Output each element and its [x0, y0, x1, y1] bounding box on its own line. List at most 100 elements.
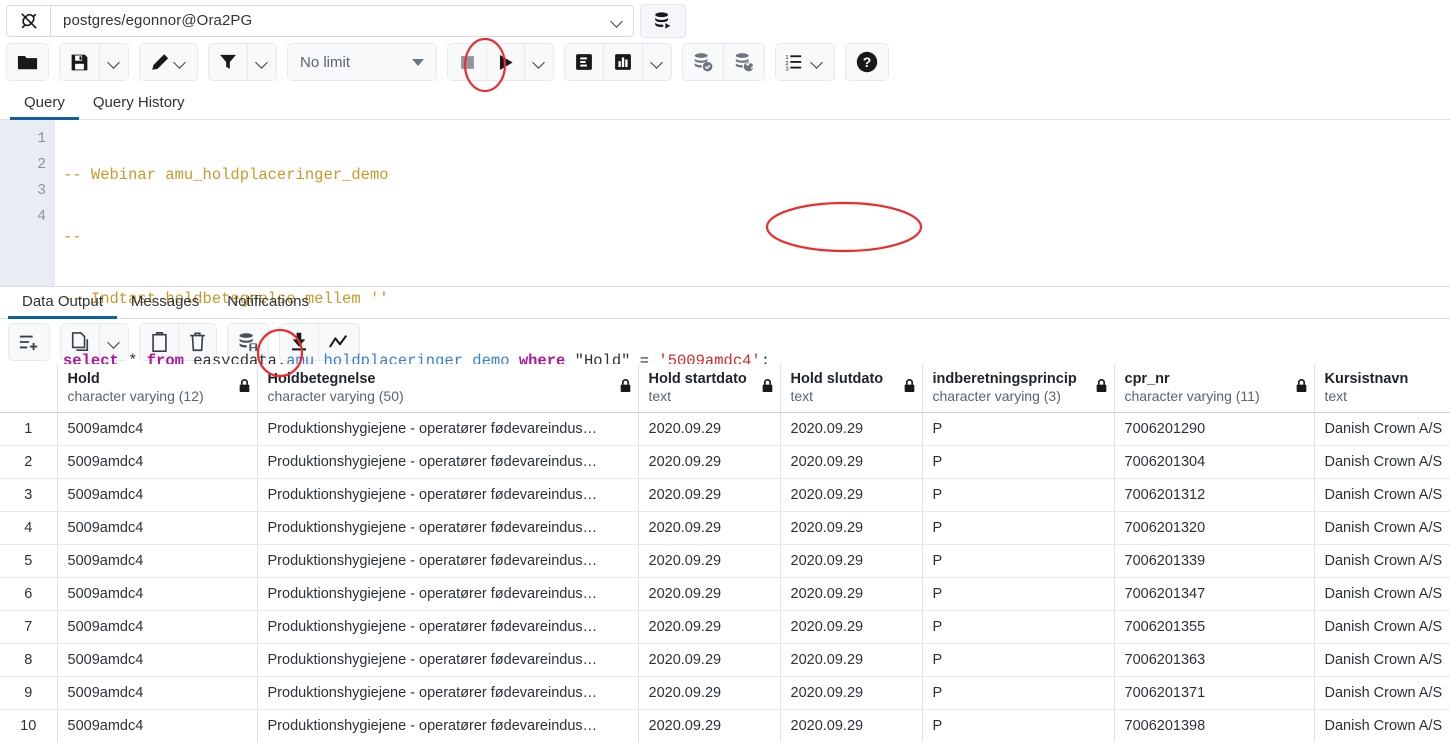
cell-hold[interactable]: 5009amdc4 [57, 676, 258, 710]
cell-indberetningsprincip[interactable]: P [922, 445, 1115, 479]
cell-kursistnavn[interactable]: Danish Crown A/S [1314, 676, 1450, 710]
cell-hold-slutdato[interactable]: 2020.09.29 [780, 478, 923, 512]
cell-hold-slutdato[interactable]: 2020.09.29 [780, 676, 923, 710]
cell-kursistnavn[interactable]: Danish Crown A/S [1314, 610, 1450, 644]
cell-hold-startdato[interactable]: 2020.09.29 [638, 412, 781, 446]
help-button[interactable]: ? [846, 44, 888, 80]
cell-kursistnavn[interactable]: Danish Crown A/S [1314, 544, 1450, 578]
sql-editor[interactable]: 1 2 3 4 -- Webinar amu_holdplaceringer_d… [0, 120, 1450, 370]
cell-holdbetegnelse[interactable]: Produktionshygiejene - operatører fødeva… [257, 676, 639, 710]
cell-cpr-nr[interactable]: 7006201320 [1114, 511, 1315, 545]
cell-holdbetegnelse[interactable]: Produktionshygiejene - operatører fødeva… [257, 445, 639, 479]
cell-holdbetegnelse[interactable]: Produktionshygiejene - operatører fødeva… [257, 643, 639, 677]
cell-hold-startdato[interactable]: 2020.09.29 [638, 610, 781, 644]
cell-hold-slutdato[interactable]: 2020.09.29 [780, 511, 923, 545]
cell-indberetningsprincip[interactable]: P [922, 709, 1115, 742]
cell-hold-startdato[interactable]: 2020.09.29 [638, 643, 781, 677]
cell-cpr-nr[interactable]: 7006201398 [1114, 709, 1315, 742]
cell-hold[interactable]: 5009amdc4 [57, 577, 258, 611]
cell-hold[interactable]: 5009amdc4 [57, 643, 258, 677]
column-header-cpr-nr[interactable]: cpr_nr character varying (11) [1114, 364, 1315, 413]
table-row[interactable]: 3 5009amdc4 Produktionshygiejene - operatø… [0, 478, 1450, 512]
filter-dropdown-button[interactable] [247, 44, 276, 80]
sql-code[interactable]: -- Webinar amu_holdplaceringer_demo -- -… [55, 120, 1450, 370]
cell-holdbetegnelse[interactable]: Produktionshygiejene - operatører fødeva… [257, 610, 639, 644]
cell-hold-startdato[interactable]: 2020.09.29 [638, 478, 781, 512]
edit-button[interactable] [140, 44, 197, 80]
column-header-hold-startdato[interactable]: Hold startdato text [638, 364, 781, 413]
cell-cpr-nr[interactable]: 7006201339 [1114, 544, 1315, 578]
cell-indberetningsprincip[interactable]: P [922, 610, 1115, 644]
cell-indberetningsprincip[interactable]: P [922, 643, 1115, 677]
column-header-holdbetegnelse[interactable]: Holdbetegnelse character varying (50) [257, 364, 639, 413]
rollback-button[interactable] [723, 44, 764, 80]
add-row-button[interactable] [9, 324, 49, 360]
cell-indberetningsprincip[interactable]: P [922, 676, 1115, 710]
table-row[interactable]: 7 5009amdc4 Produktionshygiejene - operatø… [0, 610, 1450, 644]
filter-button[interactable] [209, 44, 247, 80]
cell-kursistnavn[interactable]: Danish Crown A/S [1314, 577, 1450, 611]
cell-hold-slutdato[interactable]: 2020.09.29 [780, 709, 923, 742]
connection-select[interactable]: postgres/egonnor@Ora2PG [50, 4, 634, 37]
cell-cpr-nr[interactable]: 7006201312 [1114, 478, 1315, 512]
cell-hold-startdato[interactable]: 2020.09.29 [638, 544, 781, 578]
cell-hold[interactable]: 5009amdc4 [57, 445, 258, 479]
cell-hold[interactable]: 5009amdc4 [57, 709, 258, 742]
column-header-indberetningsprincip[interactable]: indberetningsprincip character varying (… [922, 364, 1115, 413]
table-row[interactable]: 2 5009amdc4 Produktionshygiejene - operatø… [0, 445, 1450, 479]
table-row[interactable]: 6 5009amdc4 Produktionshygiejene - operatø… [0, 577, 1450, 611]
macros-button[interactable]: 1 2 3 [776, 44, 834, 80]
tab-query-history[interactable]: Query History [79, 90, 199, 119]
explain-button[interactable] [565, 44, 603, 80]
cell-hold-slutdato[interactable]: 2020.09.29 [780, 445, 923, 479]
cell-cpr-nr[interactable]: 7006201355 [1114, 610, 1315, 644]
table-row[interactable]: 9 5009amdc4 Produktionshygiejene - operatø… [0, 676, 1450, 710]
cell-hold-slutdato[interactable]: 2020.09.29 [780, 643, 923, 677]
tab-data-output[interactable]: Data Output [8, 289, 117, 319]
commit-button[interactable] [683, 44, 723, 80]
open-file-button[interactable] [7, 44, 48, 80]
table-row[interactable]: 10 5009amdc4 Produktionshygiejene - operat… [0, 709, 1450, 742]
cell-cpr-nr[interactable]: 7006201290 [1114, 412, 1315, 446]
results-grid[interactable]: Hold character varying (12) Holdbetegnel… [0, 364, 1450, 742]
cell-hold-slutdato[interactable]: 2020.09.29 [780, 412, 923, 446]
cell-indberetningsprincip[interactable]: P [922, 412, 1115, 446]
cell-holdbetegnelse[interactable]: Produktionshygiejene - operatører fødeva… [257, 478, 639, 512]
cell-hold-startdato[interactable]: 2020.09.29 [638, 511, 781, 545]
row-limit-select[interactable]: No limit [287, 43, 437, 81]
cell-cpr-nr[interactable]: 7006201363 [1114, 643, 1315, 677]
stop-button[interactable] [448, 44, 486, 80]
cell-indberetningsprincip[interactable]: P [922, 544, 1115, 578]
cell-hold-startdato[interactable]: 2020.09.29 [638, 445, 781, 479]
cell-kursistnavn[interactable]: Danish Crown A/S [1314, 445, 1450, 479]
cell-indberetningsprincip[interactable]: P [922, 478, 1115, 512]
cell-holdbetegnelse[interactable]: Produktionshygiejene - operatører fødeva… [257, 709, 639, 742]
cell-hold-startdato[interactable]: 2020.09.29 [638, 577, 781, 611]
tab-query[interactable]: Query [10, 90, 79, 120]
cell-indberetningsprincip[interactable]: P [922, 511, 1115, 545]
cell-kursistnavn[interactable]: Danish Crown A/S [1314, 709, 1450, 742]
cell-holdbetegnelse[interactable]: Produktionshygiejene - operatører fødeva… [257, 511, 639, 545]
column-header-hold[interactable]: Hold character varying (12) [57, 364, 258, 413]
tab-notifications[interactable]: Notifications [213, 289, 323, 318]
save-file-button[interactable] [60, 44, 99, 80]
save-dropdown-button[interactable] [99, 44, 128, 80]
execute-button[interactable] [486, 44, 524, 80]
cell-hold-slutdato[interactable]: 2020.09.29 [780, 577, 923, 611]
cell-hold[interactable]: 5009amdc4 [57, 478, 258, 512]
cell-hold-slutdato[interactable]: 2020.09.29 [780, 610, 923, 644]
execute-dropdown-button[interactable] [524, 44, 553, 80]
cell-kursistnavn[interactable]: Danish Crown A/S [1314, 643, 1450, 677]
chevron-down-icon[interactable] [609, 13, 625, 29]
cell-hold-startdato[interactable]: 2020.09.29 [638, 709, 781, 742]
explain-dropdown-button[interactable] [642, 44, 671, 80]
tab-messages[interactable]: Messages [117, 289, 213, 318]
cell-kursistnavn[interactable]: Danish Crown A/S [1314, 511, 1450, 545]
cell-cpr-nr[interactable]: 7006201347 [1114, 577, 1315, 611]
cell-hold[interactable]: 5009amdc4 [57, 511, 258, 545]
database-execute-icon[interactable] [640, 3, 686, 38]
cell-hold[interactable]: 5009amdc4 [57, 412, 258, 446]
cell-holdbetegnelse[interactable]: Produktionshygiejene - operatører fødeva… [257, 412, 639, 446]
column-header-hold-slutdato[interactable]: Hold slutdato text [780, 364, 923, 413]
column-header-kursistnavn[interactable]: Kursistnavn text [1314, 364, 1450, 413]
